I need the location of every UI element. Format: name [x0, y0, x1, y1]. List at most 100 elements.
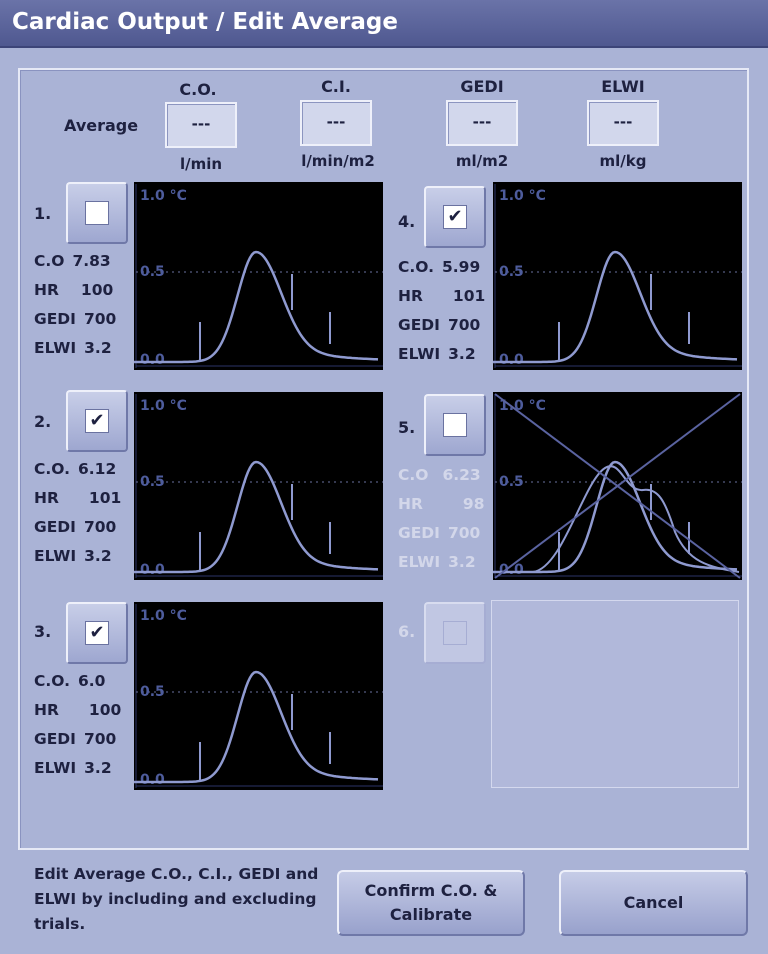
co-label: C.O: [34, 252, 65, 270]
elwi-label: ELWI: [34, 759, 77, 777]
graph-canvas: 1.0 °C0.50.0: [134, 604, 383, 788]
trial-5-values: C.O 6.23 HR 98 GEDI 700 ELWI 3.2: [398, 466, 485, 582]
y-label-top: 1.0 °C: [140, 398, 187, 414]
gedi-value: 700: [83, 310, 117, 328]
hr-label: HR: [398, 495, 423, 513]
hr-value: 98: [462, 495, 485, 513]
trial-3-include-checkbox[interactable]: ✔: [66, 602, 128, 664]
trial-6-include-checkbox: [424, 602, 486, 664]
graph-canvas: 1.0 °C 0.5 0.0: [134, 184, 383, 368]
excluded-curve-second: [532, 465, 740, 573]
co-value: 7.83: [72, 252, 111, 270]
elwi-value: 3.2: [448, 553, 476, 571]
instructions-text: Edit Average C.O., C.I., GEDI and ELWI b…: [34, 865, 319, 933]
y-label-top: 1.0 °C: [140, 188, 187, 204]
avg-gedi-header: GEDI: [460, 77, 504, 96]
checkmark-icon: ✔: [443, 205, 467, 229]
window-title: Cardiac Output / Edit Average: [0, 0, 768, 48]
co-value: 6.12: [78, 460, 117, 478]
trial-1-include-checkbox[interactable]: [66, 182, 128, 244]
gedi-label: GEDI: [34, 730, 76, 748]
gedi-label: GEDI: [34, 310, 76, 328]
trial-5-include-checkbox[interactable]: [424, 394, 486, 456]
hr-label: HR: [34, 281, 59, 299]
trial-3-values: C.O. 6.0 HR 100 GEDI 700 ELWI 3.2: [34, 672, 121, 788]
elwi-label: ELWI: [34, 547, 77, 565]
gedi-value: 700: [83, 518, 117, 536]
co-label: C.O.: [34, 672, 70, 690]
avg-ci-header: C.I.: [321, 77, 351, 96]
elwi-value: 3.2: [84, 547, 112, 565]
avg-elwi-unit: ml/kg: [599, 152, 647, 170]
avg-elwi-value: ---: [587, 100, 659, 146]
trial-1-number: 1.: [34, 204, 52, 223]
hr-label: HR: [34, 489, 59, 507]
gedi-label: GEDI: [34, 518, 76, 536]
trial-3-number: 3.: [34, 622, 52, 641]
y-label-mid: 0.5: [140, 684, 165, 700]
y-label-mid: 0.5: [140, 264, 165, 280]
avg-ci-unit: l/min/m2: [301, 152, 375, 170]
trial-3-thermodilution-curve[interactable]: 1.0 °C 0.5 0.0: [134, 602, 383, 790]
confirm-calibrate-button[interactable]: Confirm C.O. & Calibrate: [337, 870, 525, 936]
trial-4-include-checkbox[interactable]: ✔: [424, 186, 486, 248]
trial-1-values: C.O 7.83 HR 100 GEDI 700 ELWI 3.2: [34, 252, 116, 368]
trial-6-empty-graph: [491, 600, 739, 788]
y-label-top: 1.0 °C: [499, 398, 546, 414]
checkbox-box: [85, 201, 109, 225]
co-label: C.O.: [398, 258, 434, 276]
temperature-curve: [493, 460, 738, 574]
checkmark-icon: ✔: [85, 409, 109, 433]
trial-4-values: C.O. 5.99 HR 101 GEDI 700 ELWI 3.2: [398, 258, 485, 374]
gedi-value: 700: [83, 730, 117, 748]
y-label-mid: 0.5: [499, 264, 524, 280]
hr-value: 101: [452, 287, 486, 305]
avg-elwi-header: ELWI: [601, 77, 645, 96]
co-label: C.O.: [34, 460, 70, 478]
trial-2-include-checkbox[interactable]: ✔: [66, 390, 128, 452]
avg-gedi-value: ---: [446, 100, 518, 146]
graph-canvas: 1.0 °C 0.5 0.0: [493, 184, 742, 368]
temperature-curve: [134, 250, 379, 364]
avg-co-value: ---: [165, 102, 237, 148]
gedi-label: GEDI: [398, 524, 440, 542]
cancel-button[interactable]: Cancel: [559, 870, 748, 936]
avg-ci-value: ---: [300, 100, 372, 146]
y-label-bottom: 0.0: [499, 352, 524, 368]
elwi-label: ELWI: [398, 345, 441, 363]
trial-2-number: 2.: [34, 412, 52, 431]
trial-1-thermodilution-curve[interactable]: 1.0 °C 0.5 0.0: [134, 182, 383, 370]
graph-canvas: 1.0 °C0.50.0: [493, 393, 742, 579]
y-label-top: 1.0 °C: [499, 188, 546, 204]
hr-value: 100: [88, 701, 122, 719]
avg-gedi-unit: ml/m2: [455, 152, 509, 170]
trial-5-number: 5.: [398, 418, 416, 437]
y-label-mid: 0.5: [499, 474, 524, 490]
graph-canvas: 1.0 °C0.50.0: [134, 394, 383, 578]
co-label: C.O: [398, 466, 429, 484]
checkbox-box: [443, 621, 467, 645]
hr-label: HR: [34, 701, 59, 719]
trial-6-number: 6.: [398, 622, 416, 641]
elwi-value: 3.2: [84, 759, 112, 777]
avg-co-unit: l/min: [179, 155, 223, 173]
trial-5-thermodilution-curve[interactable]: 1.0 °C 0.5 0.0: [493, 392, 742, 580]
trial-2-values: C.O. 6.12 HR 101 GEDI 700 ELWI 3.2: [34, 460, 121, 576]
hr-label: HR: [398, 287, 423, 305]
gedi-value: 700: [447, 316, 481, 334]
gedi-value: 700: [447, 524, 481, 542]
temperature-curve: [134, 670, 379, 784]
elwi-label: ELWI: [34, 339, 77, 357]
gedi-label: GEDI: [398, 316, 440, 334]
y-label-top: 1.0 °C: [140, 608, 187, 624]
trial-2-thermodilution-curve[interactable]: 1.0 °C 0.5 0.0: [134, 392, 383, 580]
hr-value: 100: [80, 281, 114, 299]
temperature-curve: [134, 460, 379, 574]
trial-4-number: 4.: [398, 212, 416, 231]
y-label-bottom: 0.0: [140, 352, 165, 368]
average-label: Average: [64, 116, 139, 135]
checkbox-box: [443, 413, 467, 437]
co-value: 5.99: [442, 258, 481, 276]
hr-value: 101: [88, 489, 122, 507]
trial-4-thermodilution-curve[interactable]: 1.0 °C 0.5 0.0: [493, 182, 742, 370]
